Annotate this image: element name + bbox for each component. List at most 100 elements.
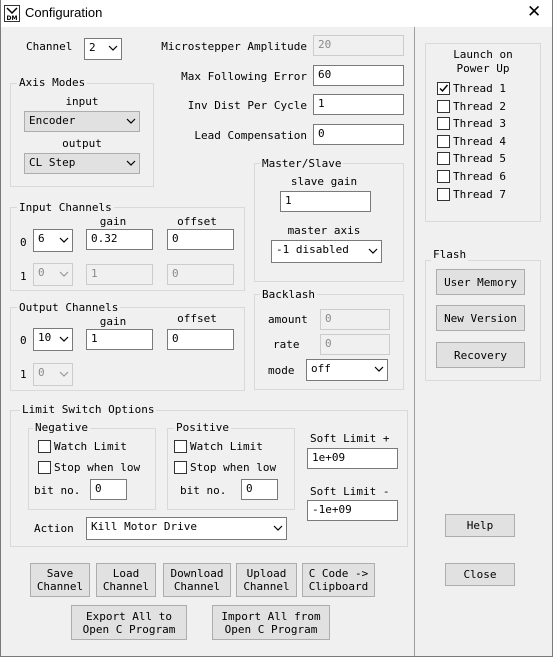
max-following-error-field[interactable]: 60 [313,65,404,86]
new-version-button[interactable]: New Version [436,305,525,331]
negative-stop-when-low-checkbox[interactable] [38,461,51,474]
soft-limit-plus-label: Soft Limit + [310,432,390,445]
chevron-down-icon [126,160,136,166]
app-dm-icon: DM [4,5,20,22]
mode-label: mode [268,364,295,377]
bit-no-label: bit no. [34,484,81,497]
thread-3-checkbox[interactable] [437,117,450,131]
soft-limit-plus-field[interactable]: 1e+09 [307,448,398,469]
svg-text:DM: DM [7,15,18,22]
slave-gain-label: slave gain [290,175,358,188]
output-channels-title: Output Channels [17,301,121,314]
thread-label: Thread 3 [453,117,506,131]
max-following-error-label: Max Following Error [181,70,307,83]
c-code-clipboard-button[interactable]: C Code -> Clipboard [302,563,375,597]
flash-title: Flash [431,248,469,261]
chevron-down-icon [59,371,69,377]
bit-no-label: bit no. [180,484,227,497]
output-label: output [62,137,102,150]
checkmark-icon [439,84,449,93]
recovery-button[interactable]: Recovery [436,342,525,368]
stop-when-low-label: Stop when low [54,461,141,474]
thread-label: Thread 1 [453,82,506,95]
thread-label: Thread 4 [453,134,506,148]
negative-watch-limit-checkbox[interactable] [38,440,51,453]
action-label: Action [34,522,74,535]
thread-1-checkbox[interactable] [437,82,450,95]
slave-gain-field[interactable]: 1 [280,191,371,212]
close-button[interactable]: Close [445,563,515,586]
positive-bit-no-field[interactable]: 0 [241,479,278,500]
gain-header: gain [99,215,127,228]
chevron-down-icon [374,366,384,372]
input-mode-select[interactable]: Encoder [24,111,140,132]
rate-label: rate [273,338,300,351]
thread-label: Thread 5 [453,152,506,166]
amount-label: amount [268,313,308,326]
lead-compensation-label: Lead Compensation [194,129,307,142]
row-index: 1 [20,368,27,381]
backlash-amount-field[interactable]: 0 [320,309,390,330]
user-memory-button[interactable]: User Memory [436,269,525,295]
close-icon[interactable]: ✕ [527,2,541,22]
output-gain-0-field[interactable]: 1 [86,329,153,350]
microstepper-field[interactable]: 20 [313,35,404,56]
thread-4-checkbox[interactable] [437,134,450,148]
row-index: 0 [20,334,27,347]
launch-title: Launch on [453,48,513,61]
backlash-title: Backlash [260,288,317,301]
output-channel-1-select[interactable]: 0 [33,363,73,386]
chevron-down-icon [273,525,283,531]
export-all-button[interactable]: Export All to Open C Program [71,605,187,640]
limit-switch-title: Limit Switch Options [20,403,157,416]
row-index: 0 [20,236,27,249]
thread-5-checkbox[interactable] [437,152,450,166]
positive-stop-when-low-checkbox[interactable] [174,461,187,474]
output-offset-0-field[interactable]: 0 [167,329,234,350]
title-bar: DM Configuration ✕ [0,0,553,27]
input-offset-1-field[interactable]: 0 [167,264,234,285]
channel-select[interactable]: 2 [84,38,122,60]
inv-dist-per-cycle-label: Inv Dist Per Cycle [187,99,307,112]
thread-label: Thread 6 [453,170,506,183]
offset-header: offset [177,312,217,325]
thread-2-checkbox[interactable] [437,99,450,113]
input-offset-0-field[interactable]: 0 [167,229,234,250]
output-mode-select[interactable]: CL Step [24,153,140,174]
window-title: Configuration [25,5,103,20]
thread-6-checkbox[interactable] [437,170,450,183]
load-channel-button[interactable]: Load Channel [96,563,156,597]
upload-channel-button[interactable]: Upload Channel [236,563,297,597]
input-channel-0-select[interactable]: 6 [33,229,73,252]
input-channel-1-select[interactable]: 0 [33,263,73,286]
gain-header: gain [99,315,127,328]
backlash-mode-select[interactable]: off [306,359,388,381]
input-gain-1-field[interactable]: 1 [86,264,153,285]
chevron-down-icon [59,336,69,342]
chevron-down-icon [126,118,136,124]
chevron-down-icon [59,271,69,277]
channel-label: Channel [26,40,73,53]
inv-dist-per-cycle-field[interactable]: 1 [313,94,404,115]
input-gain-0-field[interactable]: 0.32 [86,229,153,250]
import-all-button[interactable]: Import All from Open C Program [212,605,330,640]
save-channel-button[interactable]: Save Channel [30,563,90,597]
thread-7-checkbox[interactable] [437,187,450,201]
help-button[interactable]: Help [445,514,515,537]
thread-label: Thread 2 [453,99,506,113]
download-channel-button[interactable]: Download Channel [163,563,231,597]
lead-compensation-field[interactable]: 0 [313,124,404,145]
positive-watch-limit-checkbox[interactable] [174,440,187,453]
vertical-divider [414,27,415,656]
action-select[interactable]: Kill Motor Drive [86,517,287,540]
master-slave-title: Master/Slave [260,157,344,170]
row-index: 1 [20,270,27,283]
output-channel-0-select[interactable]: 10 [33,328,73,351]
watch-limit-label: Watch Limit [54,440,127,453]
launch-title: Power Up [456,62,510,75]
soft-limit-minus-field[interactable]: -1e+09 [307,500,398,521]
backlash-rate-field[interactable]: 0 [320,334,390,355]
negative-bit-no-field[interactable]: 0 [90,479,127,500]
input-channels-title: Input Channels [17,201,114,214]
master-axis-select[interactable]: -1 disabled [271,240,382,263]
